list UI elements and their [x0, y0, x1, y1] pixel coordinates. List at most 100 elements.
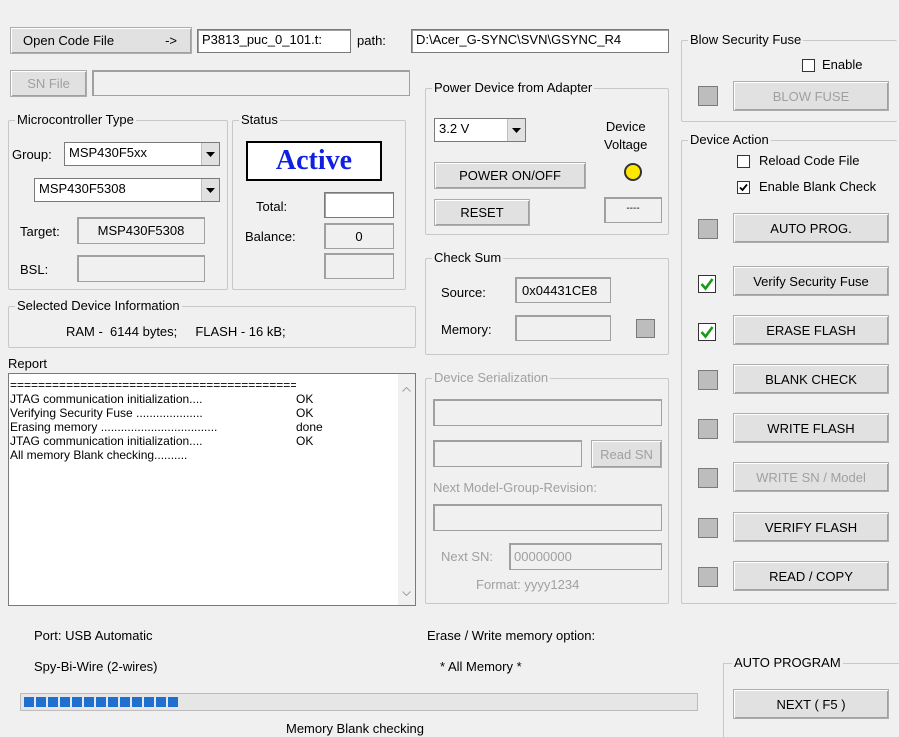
status-active-badge: Active: [246, 141, 382, 181]
sn-file-field[interactable]: [92, 70, 410, 96]
erase-option-label: Erase / Write memory option:: [427, 628, 596, 643]
erase-flash-button[interactable]: ERASE FLASH: [733, 315, 889, 345]
progress-fill: [24, 697, 178, 707]
arrow-label: ->: [165, 33, 177, 48]
report-title: Report: [8, 356, 48, 371]
blow-fuse-indicator: [698, 86, 718, 106]
progress-segment: [84, 697, 94, 707]
report-line-text: JTAG communication initialization....: [10, 392, 203, 406]
progress-segment: [96, 697, 106, 707]
voltage-select[interactable]: 3.2 V: [434, 118, 526, 142]
power-title: Power Device from Adapter: [432, 80, 595, 95]
scroll-down-icon[interactable]: [402, 584, 411, 599]
source-field: 0x04431CE8: [515, 277, 611, 303]
report-scrollbar[interactable]: [398, 374, 415, 605]
bsl-field: [77, 255, 205, 282]
auto-program-title: AUTO PROGRAM: [732, 655, 843, 670]
progress-segment: [60, 697, 70, 707]
write-flash-indicator: [698, 419, 718, 439]
device-select[interactable]: MSP430F5308: [34, 178, 220, 202]
read-copy-button[interactable]: READ / COPY: [733, 561, 889, 591]
blank-check-button[interactable]: BLANK CHECK: [733, 364, 889, 394]
device-voltage-label: Device Voltage: [604, 119, 648, 152]
checksum-title: Check Sum: [432, 250, 504, 265]
enable-label: Enable: [822, 57, 863, 72]
status-extra-field: [324, 253, 394, 279]
total-label: Total:: [256, 199, 288, 214]
code-file-field[interactable]: P3813_puc_0_101.t:: [197, 29, 351, 53]
all-memory-label: * All Memory *: [440, 659, 522, 674]
open-code-file-button[interactable]: Open Code File ->: [10, 27, 192, 54]
status-message: Memory Blank checking: [286, 721, 424, 736]
power-on-off-button[interactable]: POWER ON/OFF: [434, 162, 586, 189]
next-f5-button[interactable]: NEXT ( F5 ): [733, 689, 889, 719]
verify-flash-indicator: [698, 518, 718, 538]
chevron-down-icon: [507, 119, 525, 141]
report-line-text: ========================================…: [10, 378, 296, 392]
chevron-down-icon: [201, 179, 219, 201]
report-line-status: OK: [296, 434, 314, 448]
selected-device-title: Selected Device Information: [15, 298, 182, 313]
total-field: [324, 192, 394, 218]
voltage-value: 3.2 V: [439, 121, 470, 136]
next-model-field[interactable]: [433, 504, 662, 531]
blank-check-checkbox[interactable]: [737, 181, 750, 194]
progress-bar: [20, 693, 698, 711]
report-line: All memory Blank checking..........: [10, 448, 390, 462]
progress-segment: [144, 697, 154, 707]
reset-button[interactable]: RESET: [434, 199, 530, 226]
report-line-status: done: [296, 420, 323, 434]
verify-fuse-button[interactable]: Verify Security Fuse: [733, 266, 889, 296]
sn-file-button[interactable]: SN File: [10, 70, 87, 97]
source-label: Source:: [441, 285, 486, 300]
mcu-title: Microcontroller Type: [15, 112, 136, 127]
device-action-title: Device Action: [688, 132, 771, 147]
voltage-readout: ----: [604, 197, 662, 223]
report-line-status: OK: [296, 392, 314, 406]
report-line: Erasing memory .........................…: [10, 420, 390, 434]
write-sn-button[interactable]: WRITE SN / Model: [733, 462, 889, 492]
report-line-status: OK: [296, 406, 314, 420]
read-copy-indicator: [698, 567, 718, 587]
balance-label: Balance:: [245, 229, 296, 244]
blow-fuse-button[interactable]: BLOW FUSE: [733, 81, 889, 111]
bsl-label: BSL:: [20, 262, 49, 277]
report-line-text: Verifying Security Fuse ................…: [10, 406, 203, 420]
serial-model-field[interactable]: [433, 399, 662, 426]
path-field[interactable]: D:\Acer_G-SYNC\SVN\GSYNC_R4: [411, 29, 669, 53]
next-sn-field[interactable]: 00000000: [509, 543, 662, 570]
spy-bi-wire-label: Spy-Bi-Wire (2-wires): [34, 659, 158, 674]
auto-prog-button[interactable]: AUTO PROG.: [733, 213, 889, 243]
checkmark-icon: [700, 278, 714, 291]
port-label: Port: USB Automatic: [34, 628, 153, 643]
progress-segment: [168, 697, 178, 707]
serial-sn-field[interactable]: [433, 440, 582, 467]
report-line: Verifying Security Fuse ................…: [10, 406, 390, 420]
report-line-text: JTAG communication initialization....: [10, 434, 203, 448]
format-label: Format: yyyy1234: [476, 577, 580, 592]
group-select[interactable]: MSP430F5xx: [64, 142, 220, 166]
next-sn-label: Next SN:: [441, 549, 494, 564]
progress-segment: [156, 697, 166, 707]
auto-prog-indicator: [698, 219, 718, 239]
group-value: MSP430F5xx: [69, 145, 148, 160]
scroll-up-icon[interactable]: [402, 380, 411, 395]
memory-label: Memory:: [441, 322, 492, 337]
enable-checkbox[interactable]: [802, 59, 815, 72]
status-active-text: Active: [275, 145, 353, 176]
target-label: Target:: [20, 224, 60, 239]
progress-segment: [132, 697, 142, 707]
memory-checksum-field: [515, 315, 611, 341]
write-flash-button[interactable]: WRITE FLASH: [733, 413, 889, 443]
report-box[interactable]: ========================================…: [8, 373, 416, 606]
checkmark-icon: [739, 183, 748, 192]
report-line: JTAG communication initialization.... OK: [10, 392, 390, 406]
group-label: Group:: [12, 147, 52, 162]
verify-fuse-status: [698, 275, 716, 293]
verify-flash-button[interactable]: VERIFY FLASH: [733, 512, 889, 542]
blank-check-indicator: [698, 370, 718, 390]
read-sn-button[interactable]: Read SN: [591, 440, 662, 468]
next-model-label: Next Model-Group-Revision:: [433, 480, 598, 495]
reload-checkbox[interactable]: [737, 155, 750, 168]
selected-device-info: RAM - 6144 bytes; FLASH - 16 kB;: [66, 324, 286, 339]
